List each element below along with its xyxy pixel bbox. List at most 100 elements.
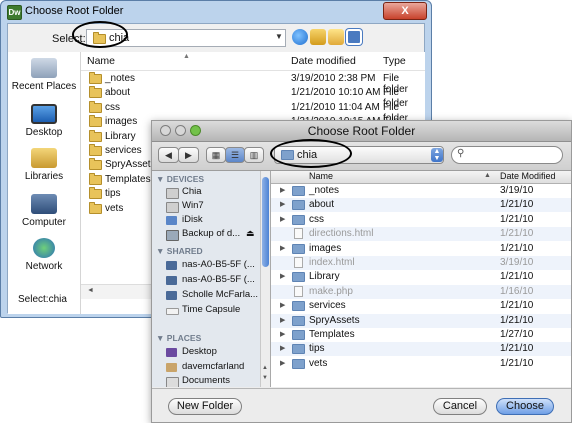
- sidebar-item-win7[interactable]: Win7: [166, 200, 266, 214]
- disclosure-triangle-icon[interactable]: ▶: [280, 186, 285, 194]
- place-libraries[interactable]: Libraries: [8, 148, 80, 182]
- mac-title-bar[interactable]: Choose Root Folder: [152, 121, 571, 142]
- disclosure-triangle-icon[interactable]: ▶: [280, 272, 285, 280]
- sidebar-item-backup[interactable]: Backup of d... ⏏: [166, 228, 266, 242]
- disclosure-triangle-icon[interactable]: ▶: [280, 301, 285, 309]
- sidebar-item-nas-1[interactable]: nas-A0-B5-5F (...: [166, 259, 266, 273]
- table-row[interactable]: ▶ _notes 3/19/10: [271, 184, 571, 198]
- sidebar-header-label: DEVICES: [166, 174, 205, 184]
- column-name[interactable]: Name: [87, 55, 115, 67]
- sidebar-item-time-capsule[interactable]: Time Capsule: [166, 304, 266, 318]
- up-folder-icon[interactable]: [310, 29, 326, 45]
- table-row[interactable]: _notes 3/19/2010 2:38 PM File folder: [81, 72, 425, 95]
- column-name[interactable]: Name: [309, 171, 333, 181]
- view-menu-icon[interactable]: [346, 29, 362, 45]
- mac-button-bar: New Folder Cancel Choose: [152, 388, 571, 423]
- place-computer[interactable]: Computer: [8, 194, 80, 228]
- sidebar-item-chia[interactable]: Chia: [166, 186, 266, 200]
- file-date: 1/21/10: [500, 300, 534, 312]
- table-row[interactable]: index.html 3/19/10: [271, 256, 571, 270]
- place-recent-places[interactable]: Recent Places: [8, 58, 80, 92]
- back-button[interactable]: ◀: [158, 147, 179, 163]
- document-icon: [294, 228, 303, 240]
- table-row[interactable]: about 1/21/2010 10:10 AM File folder: [81, 86, 425, 109]
- file-name: Templates: [105, 173, 151, 185]
- sidebar-item-home[interactable]: davemcfarland: [166, 361, 266, 375]
- scroll-down-icon[interactable]: ▼: [262, 375, 268, 381]
- chevron-down-icon[interactable]: ▼: [275, 32, 283, 41]
- sidebar-header-devices[interactable]: ▼ DEVICES: [156, 174, 204, 184]
- sidebar-item-nas-2[interactable]: nas-A0-B5-5F (...: [166, 274, 266, 288]
- mac-sidebar-scrollbar[interactable]: ▲ ▼: [260, 171, 270, 387]
- network-computer-icon: [166, 291, 177, 300]
- windows-close-button[interactable]: X: [383, 2, 427, 20]
- disclosure-triangle-icon[interactable]: ▶: [280, 344, 285, 352]
- file-name: SpryAssets: [309, 314, 360, 326]
- table-row[interactable]: ▶ css 1/21/10: [271, 213, 571, 227]
- new-folder-button[interactable]: New Folder: [168, 398, 242, 415]
- disclosure-triangle-icon: ▼: [156, 174, 167, 184]
- list-view-button[interactable]: ☰: [225, 147, 245, 163]
- sidebar-item-scholle[interactable]: Scholle McFarla...: [166, 289, 266, 303]
- file-name: Library: [309, 271, 340, 283]
- sidebar-item-desktop[interactable]: Desktop: [166, 346, 266, 360]
- file-name: Library: [105, 130, 136, 142]
- table-row[interactable]: make.php 1/16/10: [271, 284, 571, 299]
- disclosure-triangle-icon[interactable]: ▶: [280, 316, 285, 324]
- place-network[interactable]: Network: [8, 238, 80, 272]
- folder-icon: [292, 243, 305, 254]
- back-icon[interactable]: [292, 29, 308, 45]
- sidebar-header-places[interactable]: ▼ PLACES: [156, 333, 201, 343]
- icon-view-button[interactable]: ▦: [206, 147, 226, 163]
- table-row[interactable]: ▶ images 1/21/10: [271, 242, 571, 256]
- sidebar-header-shared[interactable]: ▼ SHARED: [156, 246, 203, 256]
- scroll-left-icon[interactable]: ◄: [87, 287, 94, 294]
- windows-places-bar: Recent Places Desktop Libraries Computer…: [8, 52, 81, 314]
- place-label: Computer: [22, 217, 66, 228]
- folder-icon: [89, 172, 102, 185]
- table-row[interactable]: ▶ about 1/21/10: [271, 198, 571, 213]
- scroll-up-icon[interactable]: ▲: [262, 365, 268, 371]
- windows-title-bar[interactable]: Dw Choose Root Folder X: [1, 1, 431, 21]
- disclosure-triangle-icon[interactable]: ▶: [280, 200, 285, 208]
- file-name: images: [105, 116, 138, 128]
- time-capsule-icon: [166, 308, 179, 315]
- table-row[interactable]: ▶ Library 1/21/10: [271, 270, 571, 284]
- table-row[interactable]: ▶ tips 1/21/10: [271, 342, 571, 357]
- forward-button[interactable]: ▶: [178, 147, 199, 163]
- column-date-modified[interactable]: Date modified: [291, 55, 356, 67]
- network-icon: [33, 238, 55, 258]
- annotation-circle: [72, 21, 128, 48]
- disclosure-triangle-icon[interactable]: ▶: [280, 359, 285, 367]
- disclosure-triangle-icon: ▼: [156, 246, 167, 256]
- disclosure-triangle-icon[interactable]: ▶: [280, 244, 285, 252]
- place-desktop[interactable]: Desktop: [8, 104, 80, 138]
- table-row[interactable]: css 1/21/2010 11:04 AM File folder: [81, 100, 425, 124]
- column-date-modified[interactable]: Date Modified: [500, 171, 556, 181]
- file-date: 1/21/10: [500, 213, 534, 225]
- choose-button[interactable]: Choose: [496, 398, 554, 415]
- table-row[interactable]: ▶ services 1/21/10: [271, 299, 571, 313]
- computer-icon: [31, 194, 57, 214]
- new-folder-icon[interactable]: [328, 29, 344, 45]
- column-view-button[interactable]: ▥: [244, 147, 264, 163]
- table-row[interactable]: ▶ vets 1/21/10: [271, 357, 571, 371]
- disclosure-triangle-icon[interactable]: ▶: [280, 330, 285, 338]
- sidebar-item-documents[interactable]: Documents: [166, 375, 266, 387]
- sidebar-item-label: nas-A0-B5-5F (...: [182, 274, 255, 285]
- mac-search-field[interactable]: ⚲: [451, 146, 563, 164]
- mac-toolbar: ◀ ▶ ▦ ☰ ▥ chia ▲ ▼ ⚲: [152, 142, 571, 171]
- file-name: Templates: [309, 329, 355, 340]
- column-type[interactable]: Type: [383, 55, 406, 67]
- eject-icon[interactable]: ⏏: [246, 228, 255, 239]
- cancel-button[interactable]: Cancel: [433, 398, 487, 415]
- folder-icon: [292, 358, 305, 369]
- table-row[interactable]: ▶ SpryAssets 1/21/10: [271, 313, 571, 328]
- scrollbar-thumb[interactable]: [262, 177, 269, 267]
- folder-icon: [89, 72, 102, 84]
- sidebar-item-label: Time Capsule: [182, 304, 241, 315]
- sidebar-item-idisk[interactable]: iDisk: [166, 214, 266, 228]
- table-row[interactable]: ▶ Templates 1/27/10: [271, 328, 571, 342]
- disclosure-triangle-icon[interactable]: ▶: [280, 215, 285, 223]
- table-row[interactable]: directions.html 1/21/10: [271, 227, 571, 242]
